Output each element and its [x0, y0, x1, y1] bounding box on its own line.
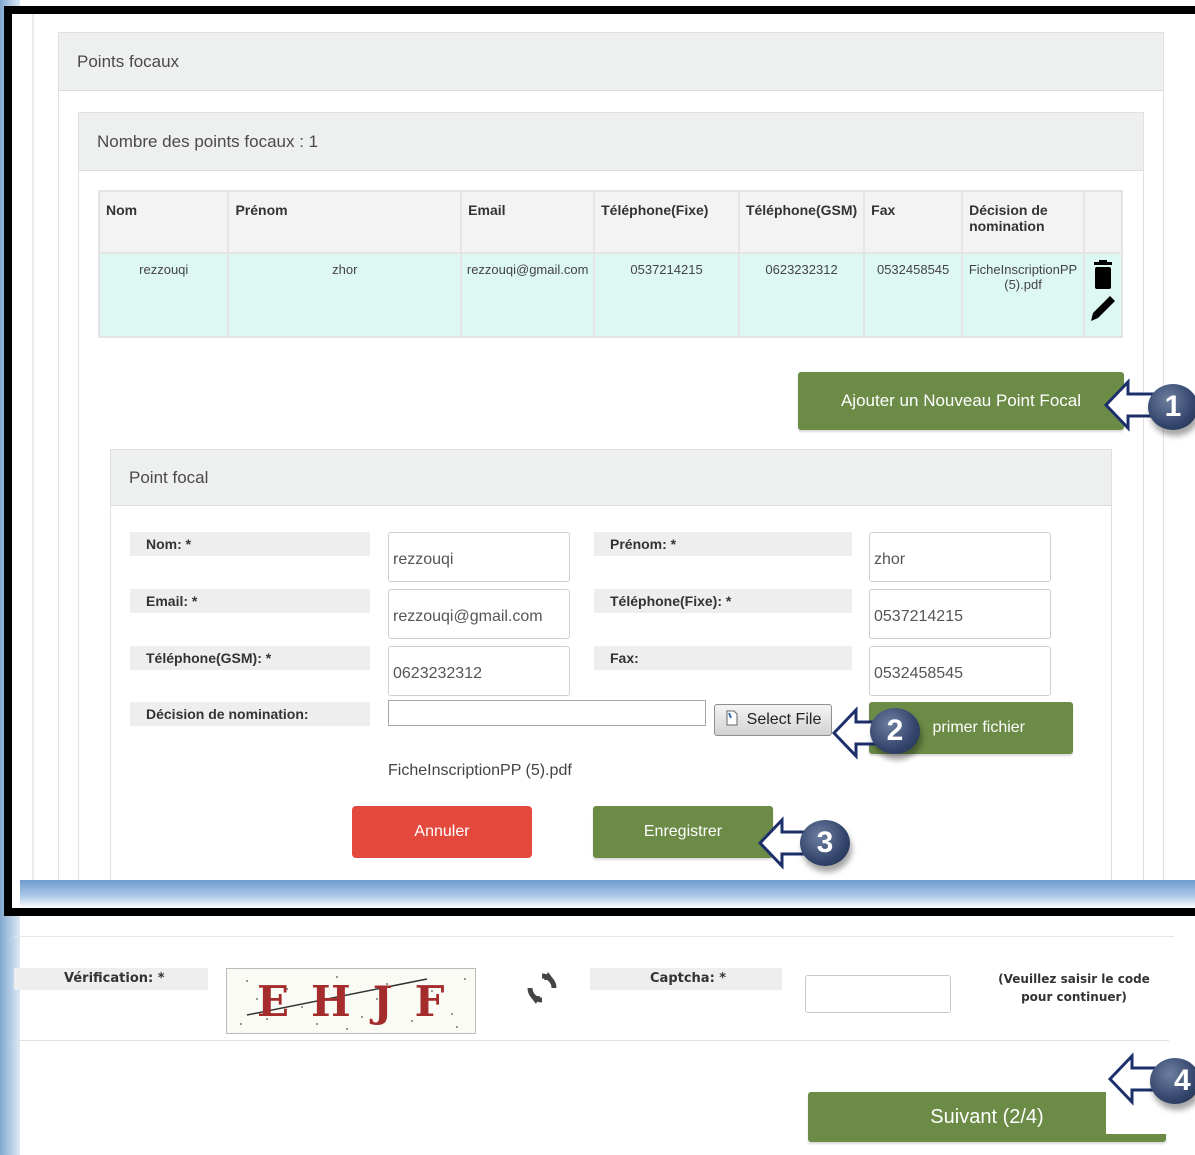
captcha-image-text: EHJF — [257, 977, 467, 1026]
verification-label: Vérification: * — [14, 968, 208, 990]
save-button[interactable]: Enregistrer — [593, 806, 773, 858]
points-focaux-title: Points focaux — [77, 51, 180, 71]
add-focal-point-button[interactable]: Ajouter un Nouveau Point Focal — [798, 372, 1124, 430]
point-focal-form-header: Point focal — [111, 450, 1111, 506]
callout-3: 3 — [800, 820, 850, 866]
screenshot-frame: Points focaux Nombre des points focaux :… — [4, 6, 1195, 916]
cell-tel-fixe: 0537214215 — [593, 252, 740, 338]
nom-label: Nom: * — [130, 532, 370, 556]
captcha-image: EHJF — [226, 968, 476, 1034]
blue-bar — [20, 880, 1195, 908]
cell-prenom: zhor — [227, 252, 463, 338]
points-focaux-header: Points focaux — [59, 33, 1163, 91]
col-email: Email — [460, 190, 596, 254]
count-header: Nombre des points focaux : 1 — [79, 113, 1143, 171]
fax-label: Fax: — [594, 646, 852, 670]
count-title: Nombre des points focaux : 1 — [97, 131, 319, 151]
cell-email: rezzouqi@gmail.com — [460, 252, 596, 338]
email-label: Email: * — [130, 589, 370, 613]
decision-label: Décision de nomination: — [130, 702, 370, 726]
cell-decision: FicheInscriptionPP (5).pdf — [961, 252, 1086, 338]
prenom-label: Prénom: * — [594, 532, 852, 556]
file-icon — [725, 710, 739, 731]
cancel-button[interactable]: Annuler — [352, 806, 532, 858]
col-tel-gsm: Téléphone(GSM) — [737, 190, 866, 254]
fax-input[interactable]: 0532458545 — [869, 646, 1051, 696]
cell-nom: rezzouqi — [97, 252, 230, 338]
col-prenom: Prénom — [227, 190, 463, 254]
file-path-input[interactable] — [388, 700, 706, 726]
tel-fixe-label: Téléphone(Fixe): * — [594, 589, 852, 613]
tel-gsm-input[interactable]: 0623232312 — [388, 646, 570, 696]
captcha-hint: (Veuillez saisir le code pour continuer) — [998, 972, 1150, 1004]
tel-gsm-label: Téléphone(GSM): * — [130, 646, 370, 670]
table-header-row: Nom Prénom Email Téléphone(Fixe) Télépho… — [97, 190, 1123, 254]
captcha-label: Captcha: * — [590, 968, 782, 990]
prenom-input[interactable]: zhor — [869, 532, 1051, 582]
callout-1: 1 — [1148, 384, 1195, 430]
nom-input[interactable]: rezzouqi — [388, 532, 570, 582]
file-name: FicheInscriptionPP (5).pdf — [388, 762, 572, 779]
trash-icon[interactable] — [1091, 260, 1115, 290]
col-decision: Décision de nomination — [961, 190, 1086, 254]
points-focaux-table: Nom Prénom Email Téléphone(Fixe) Télépho… — [97, 190, 1123, 338]
email-input[interactable]: rezzouqi@gmail.com — [388, 589, 570, 639]
refresh-icon[interactable] — [524, 970, 560, 1006]
col-nom: Nom — [97, 190, 230, 254]
col-actions — [1083, 190, 1123, 254]
cell-fax: 0532458545 — [863, 252, 964, 338]
table-row: rezzouqi zhor rezzouqi@gmail.com 0537214… — [97, 252, 1123, 338]
point-focal-form-title: Point focal — [129, 467, 209, 487]
pencil-icon[interactable] — [1090, 294, 1116, 324]
cell-tel-gsm: 0623232312 — [737, 252, 866, 338]
select-file-button[interactable]: Select File — [714, 704, 832, 736]
verification-row-top-line — [14, 936, 1174, 937]
callout-2: 2 — [870, 708, 920, 754]
cell-actions — [1083, 252, 1123, 338]
col-fax: Fax — [863, 190, 964, 254]
callout-4: 4 — [1150, 1058, 1195, 1104]
tel-fixe-input[interactable]: 0537214215 — [869, 589, 1051, 639]
captcha-input[interactable] — [805, 975, 951, 1013]
col-tel-fixe: Téléphone(Fixe) — [593, 190, 740, 254]
